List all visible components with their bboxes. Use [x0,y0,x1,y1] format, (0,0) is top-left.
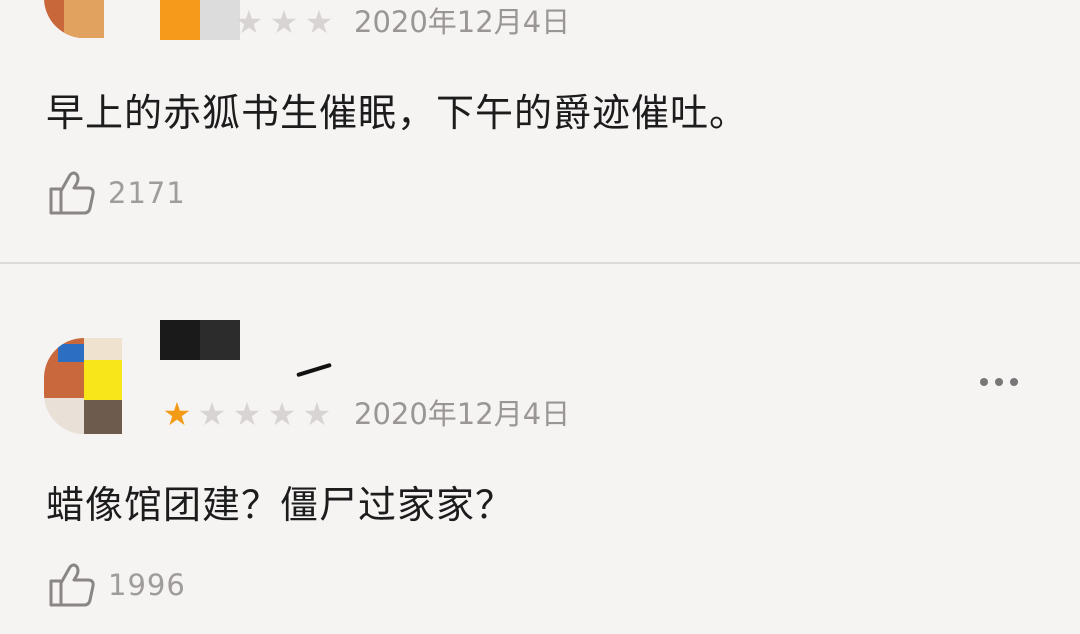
username[interactable] [160,320,250,360]
like-button[interactable]: 1996 [46,560,186,610]
star-icon: ★ [234,3,264,41]
more-options-icon [980,378,988,386]
thumbs-up-icon [49,171,95,215]
star-rating: ★ ★ ★ ★ ★ [160,396,334,432]
thumbs-up-icon [49,563,95,607]
star-icon: ★ [302,395,332,433]
star-icon: ★ [269,3,299,41]
star-rating: ★ ★ ★ [232,4,336,40]
review-date: 2020年12月4日 [354,397,571,431]
avatar[interactable] [44,0,122,38]
avatar[interactable] [44,338,122,434]
more-options-icon [1010,378,1018,386]
more-options-icon [995,378,1003,386]
review-item: ★ ★ ★ 2020年12月4日 早上的赤狐书生催眠，下午的爵迹催吐。 2171 [0,0,1080,264]
star-icon: ★ [232,395,262,433]
star-icon: ★ [197,395,227,433]
star-icon: ★ [162,395,192,433]
review-comment: 蜡像馆团建？僵尸过家家？ [46,483,515,527]
review-date: 2020年12月4日 [354,5,571,39]
star-icon: ★ [267,395,297,433]
like-count: 2171 [108,176,186,210]
like-button[interactable]: 2171 [46,168,186,218]
like-count: 1996 [108,568,186,602]
more-options-button[interactable] [972,364,1026,400]
star-icon: ★ [304,3,334,41]
review-item: ★ ★ ★ ★ ★ 2020年12月4日 蜡像馆团建？僵尸过家家？ 1996 [0,264,1080,634]
review-comment: 早上的赤狐书生催眠，下午的爵迹催吐。 [46,91,749,135]
